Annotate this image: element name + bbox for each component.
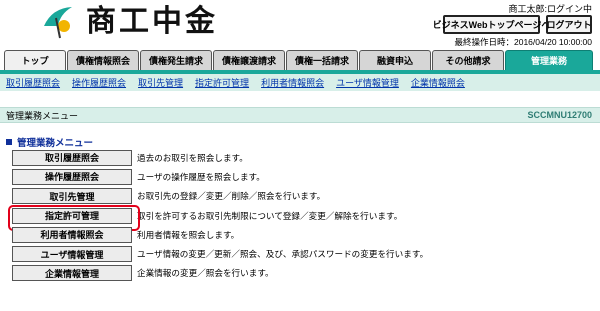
menu-row: 取引履歴照会 過去のお取引を照会します。 [12, 148, 428, 167]
menu-description: 利用者情報を照会します。 [137, 229, 240, 240]
menu-row: 利用者情報照会 利用者情報を照会します。 [12, 225, 428, 244]
menu-row: 取引先管理 お取引先の登録／変更／削除／照会を行います。 [12, 187, 428, 206]
page-title-bar: 管理業務メニュー SCCMNU12700 [0, 107, 600, 123]
tab-bulk-request[interactable]: 債権一括請求 [286, 50, 358, 70]
subnav-user-info-management[interactable]: ユーザ情報管理 [336, 76, 399, 89]
menu-description: 過去のお取引を照会します。 [137, 152, 248, 163]
subnav-transaction-history[interactable]: 取引履歴照会 [6, 76, 60, 89]
menu-description: 企業情報の変更／照会を行います。 [137, 268, 274, 279]
partner-management-button[interactable]: 取引先管理 [12, 188, 132, 205]
last-operation-time: 最終操作日時：2016/04/20 10:00:00 [454, 37, 593, 47]
permission-management-button[interactable]: 指定許可管理 [8, 204, 140, 231]
section-heading: 管理業務メニュー [6, 135, 93, 149]
main-tabs: トップ 債権情報照会 債権発生請求 債権譲渡請求 債権一括請求 融資申込 その他… [4, 50, 596, 70]
menu-row: 操作履歴照会 ユーザの操作履歴を照会します。 [12, 167, 428, 186]
menu-description: 取引を許可するお取引先制限について登録／変更／解除を行います。 [137, 210, 403, 221]
company-info-management-button[interactable]: 企業情報管理 [12, 265, 132, 282]
menu-row: 指定許可管理 取引を許可するお取引先制限について登録／変更／解除を行います。 [8, 204, 428, 231]
sub-navigation: 取引履歴照会 操作履歴照会 取引先管理 指定許可管理 利用者情報照会 ユーザ情報… [0, 74, 600, 91]
tab-other-requests[interactable]: その他請求 [432, 50, 504, 70]
logo-mark-icon [44, 7, 72, 39]
tab-claim-transfer[interactable]: 債権譲渡請求 [213, 50, 285, 70]
subnav-operation-history[interactable]: 操作履歴照会 [72, 76, 126, 89]
menu-row: 企業情報管理 企業情報の変更／照会を行います。 [12, 264, 428, 283]
subnav-company-info-inquiry[interactable]: 企業情報照会 [411, 76, 465, 89]
company-logo: 商工中金 [38, 4, 218, 40]
menu-description: ユーザ情報の変更／更新／照会、及び、承認パスワードの変更を行います。 [137, 249, 429, 260]
tab-loan-application[interactable]: 融資申込 [359, 50, 431, 70]
biz-top-button[interactable]: ビジネスWebトップページへ [433, 15, 550, 34]
square-bullet-icon [6, 139, 12, 145]
logout-button[interactable]: ログアウト [546, 15, 592, 34]
tab-management[interactable]: 管理業務 [505, 50, 593, 70]
management-menu: 取引履歴照会 過去のお取引を照会します。 操作履歴照会 ユーザの操作履歴を照会し… [8, 148, 428, 283]
user-info-inquiry-button[interactable]: 利用者情報照会 [12, 226, 132, 243]
menu-description: ユーザの操作履歴を照会します。 [137, 171, 265, 182]
screen-id: SCCMNU12700 [527, 110, 592, 120]
operation-history-button[interactable]: 操作履歴照会 [12, 168, 132, 185]
user-info-management-button[interactable]: ユーザ情報管理 [12, 246, 132, 263]
page-title: 管理業務メニュー [6, 110, 79, 121]
menu-row: ユーザ情報管理 ユーザ情報の変更／更新／照会、及び、承認パスワードの変更を行いま… [12, 244, 428, 263]
subnav-permission-management[interactable]: 指定許可管理 [195, 76, 249, 89]
section-heading-text: 管理業務メニュー [17, 138, 94, 149]
logo-text: 商工中金 [86, 4, 218, 39]
subnav-user-info-inquiry[interactable]: 利用者情報照会 [261, 76, 324, 89]
user-status: 商工太郎:ログイン中 [508, 4, 592, 14]
subnav-partner-management[interactable]: 取引先管理 [138, 76, 183, 89]
tab-claim-issue[interactable]: 債権発生請求 [140, 50, 212, 70]
tab-top[interactable]: トップ [4, 50, 66, 70]
menu-description: お取引先の登録／変更／削除／照会を行います。 [137, 191, 326, 202]
transaction-history-button[interactable]: 取引履歴照会 [12, 149, 132, 166]
tab-claim-inquiry[interactable]: 債権情報照会 [67, 50, 139, 70]
